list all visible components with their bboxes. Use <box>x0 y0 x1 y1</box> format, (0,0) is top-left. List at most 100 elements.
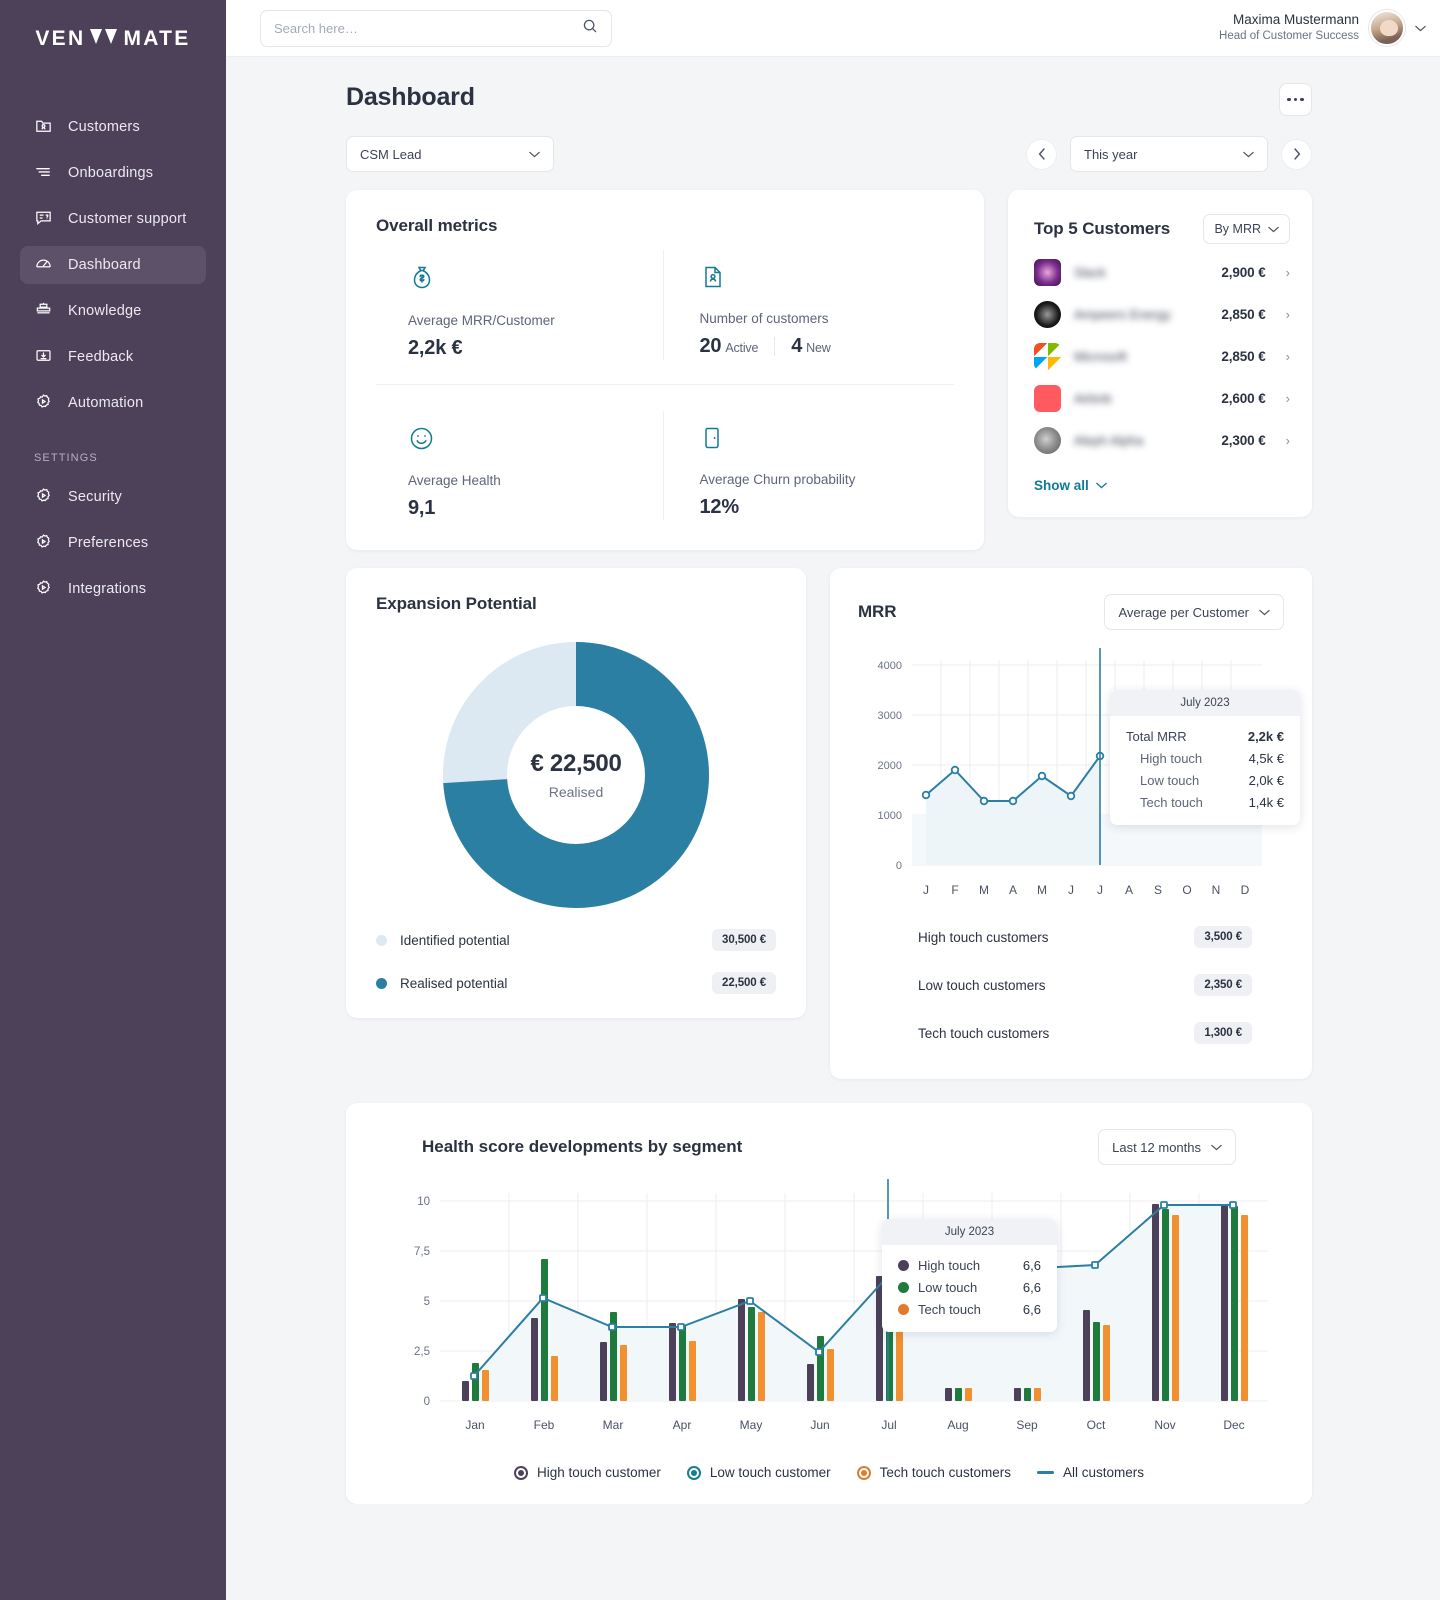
tooltip-dot-high-touch <box>898 1259 909 1271</box>
segment-label: High touch customers <box>918 929 1049 945</box>
radio-high-touch-icon[interactable] <box>514 1465 529 1480</box>
customer-name: Airbnb <box>1074 391 1112 406</box>
top-customer-row[interactable]: Airbnb 2,600 € › <box>1034 385 1290 412</box>
svg-text:Jun: Jun <box>810 1418 829 1432</box>
money-bag-icon <box>408 266 436 296</box>
customer-name: Ampeers Energy <box>1074 307 1171 322</box>
period-select[interactable]: This year <box>1070 136 1268 172</box>
metrics-grid: Average MRR/Customer 2,2k € Number of cu… <box>376 250 954 520</box>
customers-folder-icon <box>700 266 726 294</box>
overall-metrics-title: Overall metrics <box>376 216 498 235</box>
metric-new: 4 New <box>791 335 831 358</box>
top-customers-card: Top 5 Customers By MRR Slack 2,900 € › A… <box>1008 190 1312 517</box>
brand-logo[interactable]: VEN MATE <box>0 16 226 62</box>
sidebar-item-preferences[interactable]: Preferences <box>20 524 206 562</box>
csm-lead-select[interactable]: CSM Lead <box>346 136 554 172</box>
health-range-value: Last 12 months <box>1112 1139 1201 1155</box>
page-header: Dashboard <box>346 83 1312 116</box>
search-icon[interactable] <box>582 18 598 39</box>
mrr-y-axis: 4000 3000 2000 1000 0 <box>878 660 902 872</box>
tooltip-dot-low-touch <box>898 1281 909 1293</box>
chevron-right-icon[interactable]: › <box>1286 349 1290 364</box>
radio-low-touch-icon[interactable] <box>686 1465 701 1480</box>
page-title: Dashboard <box>346 83 475 111</box>
sidebar-section-settings: SETTINGS <box>34 452 98 464</box>
user-role: Head of Customer Success <box>1219 30 1359 43</box>
tooltip-key: Low touch <box>1140 772 1200 788</box>
sort-by-select[interactable]: By MRR <box>1203 214 1290 244</box>
sidebar-item-knowledge[interactable]: Knowledge <box>20 292 206 330</box>
sidebar-item-security[interactable]: Security <box>20 478 206 516</box>
smiley-icon <box>408 427 435 456</box>
divider <box>774 337 776 356</box>
chevron-down-icon <box>1259 609 1270 615</box>
user-menu[interactable]: Maxima Mustermann Head of Customer Succe… <box>1219 10 1426 46</box>
top-customer-row[interactable]: Slack 2,900 € › <box>1034 259 1290 286</box>
mrr-x-axis: JFM AMJ JAS OND <box>923 883 1250 897</box>
show-all-button[interactable]: Show all <box>1034 478 1107 493</box>
metric-label: Average MRR/Customer <box>408 313 555 328</box>
metric-new-count: 4 <box>791 335 803 357</box>
svg-text:J: J <box>923 883 929 897</box>
health-legend: High touch customer Low touch customer T… <box>380 1465 1278 1480</box>
chevron-right-icon[interactable]: › <box>1286 265 1290 280</box>
sidebar-item-customer-support[interactable]: Customer support <box>20 200 206 238</box>
tooltip-value: 2,0k € <box>1248 772 1284 788</box>
chevron-right-icon[interactable]: › <box>1286 391 1290 406</box>
gear-play-icon <box>34 532 53 555</box>
ampeers-logo <box>1034 301 1061 328</box>
top-customer-row[interactable]: Aleph Alpha 2,300 € › <box>1034 427 1290 454</box>
legend-item-high-touch[interactable]: High touch customer <box>514 1465 661 1480</box>
tooltip-line: Tech touch 6,6 <box>898 1298 1041 1320</box>
search-input[interactable] <box>274 20 582 36</box>
top-customer-row[interactable]: Ampeers Energy 2,850 € › <box>1034 301 1290 328</box>
metric-value-split: 20 Active 4 New <box>700 335 955 358</box>
sidebar-item-feedback[interactable]: Feedback <box>20 338 206 376</box>
legend-item-all-customers[interactable]: All customers <box>1036 1465 1144 1480</box>
health-title: Health score developments by segment <box>422 1137 743 1156</box>
legend-item-low-touch[interactable]: Low touch customer <box>686 1465 831 1480</box>
tooltip-dot-tech-touch <box>898 1303 909 1315</box>
search-box[interactable] <box>260 9 612 47</box>
customers-folder-icon <box>34 116 53 139</box>
metric-active: 20 Active <box>700 335 759 358</box>
chevron-down-icon <box>529 151 540 157</box>
health-range-select[interactable]: Last 12 months <box>1098 1129 1236 1165</box>
next-period-button[interactable] <box>1281 138 1312 170</box>
mrr-mode-select[interactable]: Average per Customer <box>1104 594 1284 630</box>
segment-value: 2,350 € <box>1194 974 1252 996</box>
customer-mrr: 2,600 € <box>1221 391 1266 406</box>
customer-mrr: 2,900 € <box>1221 265 1266 280</box>
top-customers-header: Top 5 Customers By MRR <box>1034 214 1290 244</box>
chevron-right-icon[interactable]: › <box>1286 433 1290 448</box>
mrr-segment-row: High touch customers 3,500 € <box>858 913 1284 961</box>
prev-period-button[interactable] <box>1026 138 1057 170</box>
chevron-left-icon <box>1038 148 1045 160</box>
sidebar-item-integrations[interactable]: Integrations <box>20 570 206 608</box>
radio-tech-touch-icon[interactable] <box>856 1465 871 1480</box>
legend-item-tech-touch[interactable]: Tech touch customers <box>856 1465 1011 1480</box>
top-customer-row[interactable]: Microsoft 2,850 € › <box>1034 343 1290 370</box>
segment-label: Low touch customers <box>918 977 1046 993</box>
sidebar-item-label: Dashboard <box>68 257 141 273</box>
health-x-axis: Jan Feb Mar Apr May Jun Jul Aug Sep Oct Nov Dec <box>465 1418 1244 1432</box>
more-options-button[interactable] <box>1279 83 1312 116</box>
sidebar-item-automation[interactable]: Automation <box>20 384 206 422</box>
sidebar-nav: Customers Onboardings Customer support D… <box>0 108 226 608</box>
mrr-segment-row: Tech touch customers 1,300 € <box>858 1009 1284 1057</box>
chevron-right-icon[interactable]: › <box>1286 307 1290 322</box>
line-all-customers-icon <box>1036 1471 1054 1474</box>
sidebar-item-customers[interactable]: Customers <box>20 108 206 146</box>
tooltip-line: Low touch 2,0k € <box>1126 769 1284 791</box>
tooltip-key: Tech touch <box>918 1301 981 1317</box>
chevron-down-icon[interactable] <box>1415 19 1426 37</box>
metric-active-count: 20 <box>699 335 722 357</box>
sidebar-item-dashboard[interactable]: Dashboard <box>20 246 206 284</box>
gear-play-icon <box>34 486 53 509</box>
dashboard-content: Dashboard CSM Lead This year Overall met… <box>226 57 1440 1504</box>
sidebar-item-onboardings[interactable]: Onboardings <box>20 154 206 192</box>
tooltip-title: July 2023 <box>882 1219 1057 1245</box>
main-area: Maxima Mustermann Head of Customer Succe… <box>226 0 1440 1600</box>
avatar[interactable] <box>1369 10 1405 46</box>
list-lines-icon <box>34 162 53 185</box>
